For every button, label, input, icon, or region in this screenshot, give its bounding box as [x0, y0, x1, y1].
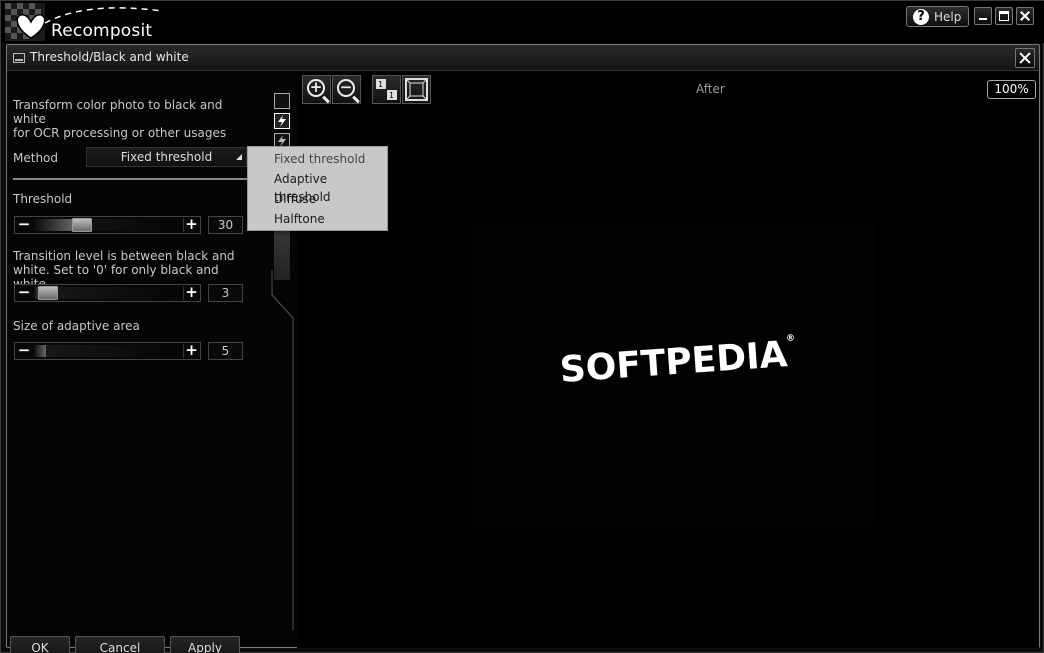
slider-track[interactable] — [34, 218, 181, 232]
question-icon: ? — [913, 8, 929, 25]
zoom-out-button[interactable]: − — [332, 75, 361, 104]
close-app-button[interactable] — [1016, 7, 1034, 25]
threshold-value[interactable]: 30 — [208, 216, 243, 234]
view-label: After — [696, 82, 725, 96]
image-logo-text: SOFTPEDIA® — [559, 334, 798, 391]
before-view-icon[interactable] — [274, 93, 290, 109]
threshold-dialog: Threshold/Black and white Transform colo… — [6, 44, 1040, 653]
adaptive-area-value[interactable]: 5 — [208, 342, 243, 360]
increase-threshold-button[interactable]: + — [183, 217, 199, 232]
threshold-slider[interactable]: − + — [14, 216, 201, 234]
adaptive-area-label: Size of adaptive area — [13, 319, 140, 333]
cancel-button[interactable]: Cancel — [75, 636, 165, 653]
close-dialog-button[interactable] — [1015, 48, 1035, 68]
decrease-transition-button[interactable]: − — [16, 285, 32, 300]
fit-window-icon — [405, 78, 428, 101]
app-logo: Recomposit — [5, 3, 165, 41]
method-option-adaptive-threshold[interactable]: Adaptive threshold — [248, 170, 387, 204]
adaptive-area-slider[interactable]: − + — [14, 342, 201, 360]
tool-description: Transform color photo to black and white… — [13, 98, 227, 140]
registered-mark: ® — [785, 333, 796, 345]
slider-fill — [34, 345, 46, 357]
zoom-in-icon: + — [307, 79, 325, 97]
slider-thumb[interactable] — [38, 286, 58, 300]
decrease-adaptive-button[interactable]: − — [16, 343, 32, 358]
actual-size-button[interactable]: 1 1 — [372, 75, 401, 104]
minimize-button[interactable] — [974, 7, 992, 25]
window-icon — [13, 53, 25, 63]
preview-image[interactable]: SOFTPEDIA® — [472, 222, 875, 525]
help-label: Help — [934, 9, 962, 24]
method-option-halftone[interactable]: Halftone — [248, 210, 387, 230]
transition-slider[interactable]: − + — [14, 284, 201, 302]
increase-transition-button[interactable]: + — [183, 285, 199, 300]
app-window: Recomposit ? Help Threshold/Black and wh… — [0, 0, 1044, 653]
slider-track[interactable] — [34, 286, 181, 300]
slider-thumb[interactable] — [72, 218, 92, 232]
svg-text:1: 1 — [389, 91, 394, 100]
increase-adaptive-button[interactable]: + — [183, 343, 199, 358]
panel-divider-line — [271, 270, 294, 630]
slider-track[interactable] — [34, 345, 181, 357]
help-button[interactable]: ? Help — [906, 6, 969, 27]
transition-value[interactable]: 3 — [208, 284, 243, 302]
svg-text:1: 1 — [378, 80, 383, 89]
method-label: Method — [13, 151, 59, 165]
fit-window-button[interactable] — [402, 75, 431, 104]
slider-fill — [34, 219, 76, 231]
zoom-level-button[interactable]: 100% — [987, 80, 1036, 99]
method-dropdown-menu: Fixed threshold Adaptive threshold Diffu… — [247, 146, 388, 231]
image-text: SOFTPEDIA — [558, 334, 789, 391]
apply-button[interactable]: Apply — [170, 636, 240, 653]
divider — [13, 178, 247, 180]
app-name: Recomposit — [51, 21, 153, 41]
threshold-label: Threshold — [13, 192, 73, 206]
method-option-fixed-threshold[interactable]: Fixed threshold — [248, 150, 387, 170]
maximize-button[interactable] — [995, 7, 1013, 25]
zoom-in-button[interactable]: + — [302, 75, 331, 104]
zoom-out-icon: − — [337, 79, 355, 97]
dialog-header: Threshold/Black and white — [7, 45, 1039, 71]
dialog-title: Threshold/Black and white — [30, 50, 189, 64]
lightning-icon[interactable] — [274, 113, 290, 129]
decrease-threshold-button[interactable]: − — [16, 217, 32, 232]
preview-area[interactable]: + − 1 1 After 100% SOFTPEDIA® — [297, 72, 1039, 648]
ok-button[interactable]: OK — [10, 636, 70, 653]
actual-size-icon: 1 1 — [376, 79, 397, 100]
method-select[interactable]: Fixed threshold — [86, 147, 247, 167]
app-title-bar: Recomposit ? Help — [1, 1, 1044, 43]
